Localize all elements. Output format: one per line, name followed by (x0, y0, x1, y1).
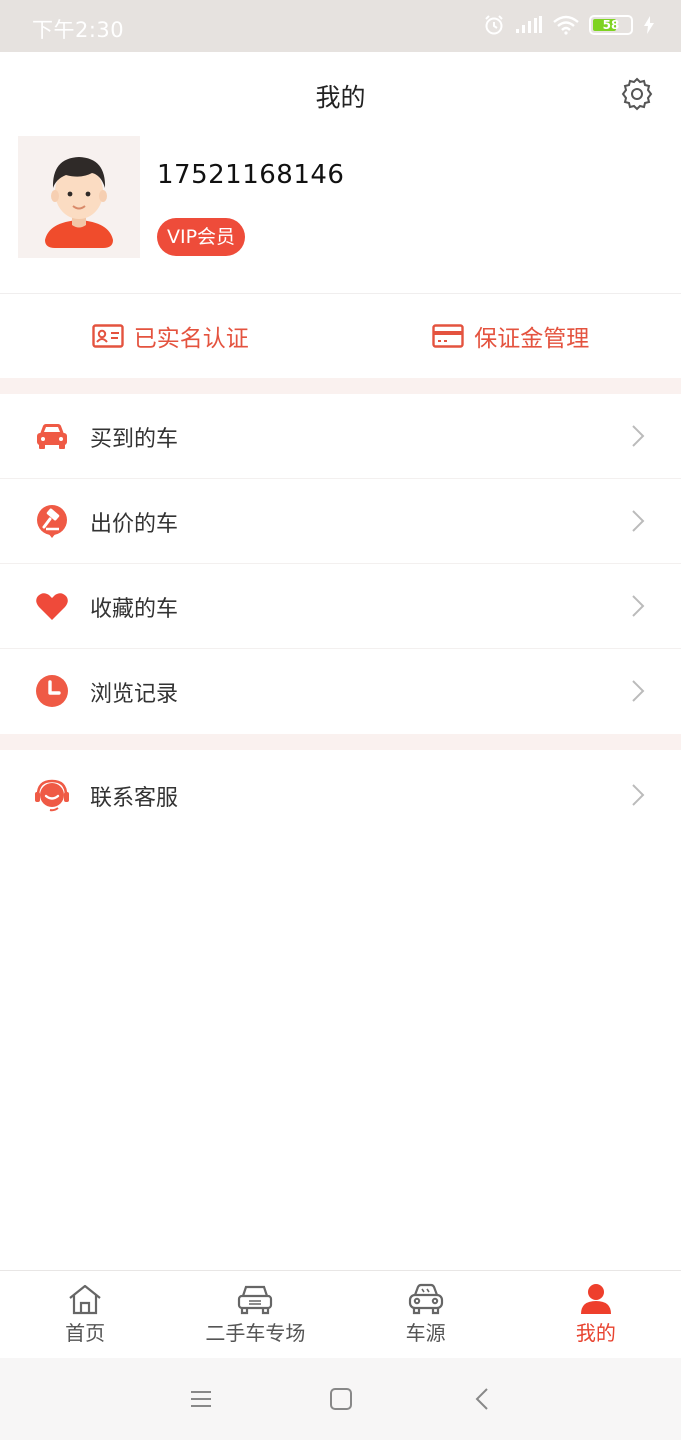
profile-card[interactable]: 17521168146 VIP会员 (0, 136, 681, 294)
page-title: 我的 (315, 83, 366, 112)
avatar[interactable] (18, 136, 140, 258)
menu-item-customer-service[interactable]: 联系客服 (0, 750, 681, 840)
chevron-right-icon (632, 595, 645, 617)
section-divider (0, 378, 681, 394)
home-square-icon[interactable] (328, 1386, 354, 1412)
verified-identity-label: 已实名认证 (133, 326, 249, 352)
chevron-right-icon (632, 510, 645, 532)
deposit-management-label: 保证金管理 (474, 326, 590, 352)
system-nav-bar (0, 1358, 681, 1440)
menu-item-label: 联系客服 (90, 786, 179, 811)
menu-item-label: 买到的车 (90, 427, 179, 452)
menu-item-label: 收藏的车 (90, 597, 179, 622)
back-arrow-icon[interactable] (470, 1386, 496, 1412)
battery-level: 58 (602, 18, 620, 32)
status-icons: 58 (483, 14, 655, 36)
vip-badge[interactable]: VIP会员 (157, 218, 246, 256)
tab-car-source[interactable]: 车源 (341, 1271, 511, 1358)
car-outline-icon (238, 1285, 273, 1315)
credit-card-icon (432, 324, 464, 348)
id-card-icon (92, 324, 124, 348)
verified-identity-button[interactable]: 已实名认证 (0, 294, 341, 378)
car-icon (37, 424, 67, 449)
tab-label: 我的 (575, 1321, 616, 1345)
menu-item-label: 出价的车 (90, 512, 179, 537)
home-icon (69, 1284, 101, 1315)
page-header: 我的 (0, 52, 681, 136)
user-icon (580, 1284, 611, 1314)
alarm-icon (485, 15, 503, 35)
settings-gear-icon[interactable] (619, 76, 655, 112)
car-front-icon (408, 1283, 443, 1315)
tab-mine[interactable]: 我的 (511, 1271, 681, 1358)
tab-label: 车源 (405, 1321, 446, 1345)
tab-home[interactable]: 首页 (0, 1271, 170, 1358)
menu-item-favorite-cars[interactable]: 收藏的车 (0, 564, 681, 649)
tab-label: 二手车专场 (205, 1321, 306, 1345)
clock-icon (36, 675, 68, 707)
menu-item-label: 浏览记录 (90, 682, 179, 707)
status-time: 下午2:30 (32, 18, 125, 42)
status-bar: 下午2:30 58 (0, 0, 681, 52)
menu-item-bid-cars[interactable]: 出价的车 (0, 479, 681, 564)
wifi-icon (553, 15, 579, 35)
quick-actions: 已实名认证 保证金管理 (0, 294, 681, 378)
auction-hammer-icon (37, 505, 67, 538)
chevron-right-icon (632, 680, 645, 702)
chevron-right-icon (632, 784, 645, 806)
menu-lines-icon[interactable] (188, 1386, 214, 1412)
signal-icon (516, 16, 542, 33)
section-divider (0, 734, 681, 750)
charging-icon (644, 16, 654, 34)
headset-icon (35, 779, 69, 812)
user-phone: 17521168146 (157, 160, 345, 190)
deposit-management-button[interactable]: 保证金管理 (341, 294, 681, 378)
tab-used-car-special[interactable]: 二手车专场 (170, 1271, 340, 1358)
battery-icon: 58 (589, 15, 633, 35)
tab-label: 首页 (65, 1321, 106, 1345)
heart-icon (36, 593, 68, 620)
chevron-right-icon (632, 425, 645, 447)
menu-item-bought-cars[interactable]: 买到的车 (0, 394, 681, 479)
menu-item-browse-history[interactable]: 浏览记录 (0, 649, 681, 734)
bottom-tab-bar: 首页 二手车专场 车源 我的 (0, 1270, 681, 1358)
